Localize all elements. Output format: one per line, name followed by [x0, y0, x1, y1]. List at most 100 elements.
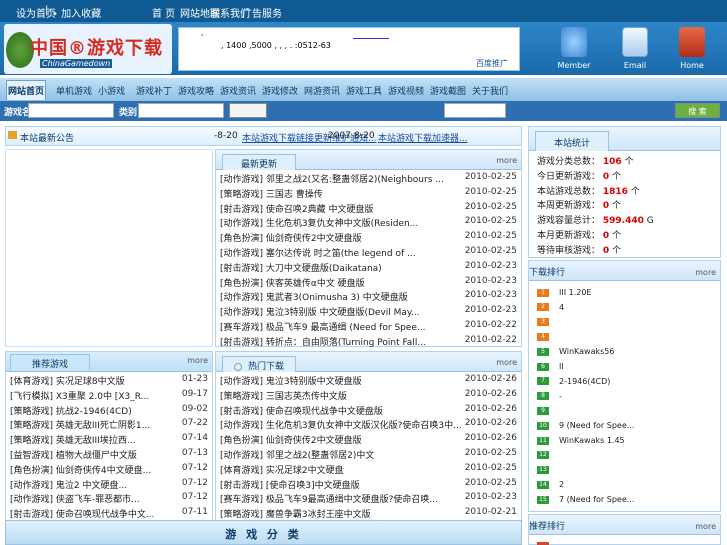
list-item[interactable]: [射击游戏] 使命召唤现代战争中文... 07-11 — [6, 505, 212, 520]
home-button[interactable]: Home — [672, 27, 712, 73]
list-item-title[interactable]: [动作游戏] 邻里之战2(整蛊邻居2)中文 — [220, 448, 374, 461]
rank-item-title[interactable]: 9 (Need for Spee... — [559, 421, 634, 430]
list-item-title[interactable]: [动作游戏] 鬼泣3特别版中文硬盘版 — [220, 374, 362, 387]
list-item[interactable]: [动作游戏] 生化危机3复仇女神中文版(Residen... 2010-02-25 — [216, 214, 521, 229]
list-item[interactable]: [角色扮演] 仙剑奇侠传2中文硬盘版 2010-02-26 — [216, 431, 521, 446]
rank-item[interactable]: 1 III 1.20E — [537, 288, 592, 302]
nav-item-2[interactable]: 小游戏 — [98, 84, 125, 97]
nav-item-home[interactable]: 网站首页 — [6, 80, 46, 100]
list-item[interactable]: [策略游戏] 魔兽争霸3冰封王座中文版 2010-02-21 — [216, 505, 521, 520]
rank-item-title[interactable]: III 1.20E — [559, 288, 592, 297]
recommend-tab[interactable]: 推荐游戏 — [10, 354, 90, 370]
search-go-button[interactable] — [229, 103, 267, 118]
stats-tab[interactable]: 本站统计 — [535, 131, 609, 151]
list-item-title[interactable]: [角色扮演] 仙剑奇侠传2中文硬盘版 — [220, 231, 362, 244]
list-item-title[interactable]: [动作游戏] 邻里之战2(又名:整蛊邻居2)(Neighbours ... — [220, 172, 444, 185]
list-item[interactable]: [动作游戏] 塞尔达传说 时之笛(the legend of ... 2010-0… — [216, 244, 521, 259]
list-item-title[interactable]: [体育游戏] 实况足球8中文版 — [10, 374, 125, 387]
list-item-title[interactable]: [赛车游戏] 极品飞车9最高通缉中文硬盘版?使命召唤... — [220, 492, 438, 505]
list-item[interactable]: [动作游戏] 鬼武者3(Onimusha 3) 中文硬盘版 2010-02-23 — [216, 288, 521, 303]
list-item-title[interactable]: [体育游戏] 实况足球2中文硬盘 — [220, 463, 344, 476]
nav-item-1[interactable]: 单机游戏 — [56, 84, 92, 97]
list-item[interactable]: [策略游戏] 英雄无敌III埃拉西... 07-14 — [6, 431, 212, 446]
list-item[interactable]: [动作游戏] 邻里之战2(整蛊邻居2)中文 2010-02-25 — [216, 446, 521, 461]
rank-item[interactable]: 15 7 (Need for Spee... — [537, 495, 634, 509]
list-item[interactable]: [策略游戏] 抗战2-1946(4CD) 09-02 — [6, 402, 212, 417]
list-item[interactable]: [角色扮演] 仙剑奇侠传2中文硬盘版 2010-02-25 — [216, 229, 521, 244]
list-item[interactable]: [射击游戏] 转折点：自由陨落(Turning Point Fall... 201… — [216, 333, 521, 348]
nav-item-3[interactable]: 游戏补丁 — [136, 84, 172, 97]
nav-item-11[interactable]: 关于我们 — [472, 84, 508, 97]
baidu-promo-link[interactable]: 百度推广 — [476, 58, 508, 69]
topbar-link-home[interactable]: 首 页 — [152, 5, 175, 20]
announcement-link-2[interactable]: 本站游戏下载加速器... — [378, 131, 468, 144]
category-select[interactable] — [138, 103, 224, 118]
list-item-title[interactable]: [动作游戏] 鬼武者3(Onimusha 3) 中文硬盘版 — [220, 290, 408, 303]
list-item-title[interactable]: [飞行模拟] X3重聚 2.0中 [X3_R... — [10, 389, 149, 402]
member-button[interactable]: Member — [554, 27, 594, 73]
rank-item[interactable]: 5 WinKawaks56 — [537, 347, 614, 361]
nav-item-6[interactable]: 游戏修改 — [262, 84, 298, 97]
search-input[interactable] — [28, 103, 114, 118]
nav-item-4[interactable]: 游戏攻略 — [178, 84, 214, 97]
list-item[interactable]: [射击游戏] 使命召唤2典藏 中文硬盘版 2010-02-25 — [216, 200, 521, 215]
list-item[interactable]: [角色扮演] 仙剑奇侠传4中文硬盘... 07-12 — [6, 461, 212, 476]
recommend-more-link[interactable]: more — [187, 356, 208, 365]
list-item-title[interactable]: [动作游戏] 塞尔达传说 时之笛(the legend of ... — [220, 246, 416, 259]
nav-item-7[interactable]: 网游资讯 — [304, 84, 340, 97]
rank-item[interactable]: 13 — [537, 466, 559, 480]
rank-item-title[interactable]: 7 (Need for Spee... — [559, 495, 634, 504]
list-item-title[interactable]: [策略游戏] 英雄无敌III死亡阴影1... — [10, 418, 150, 431]
list-item-title[interactable]: [策略游戏] 三国志英杰传中文版 — [220, 389, 347, 402]
list-item[interactable]: [动作游戏] 生化危机3复仇女神中文版汉化版?使命召唤3中... 2010-02-… — [216, 416, 521, 431]
list-item[interactable]: [动作游戏] 邻里之战2(又名:整蛊邻居2)(Neighbours ... 201… — [216, 170, 521, 185]
hot-more-link[interactable]: more — [496, 358, 517, 367]
list-item[interactable]: [射击游戏] 使命召唤现代战争中文硬盘版 2010-02-26 — [216, 402, 521, 417]
newest-tab[interactable]: 最新更新 — [222, 154, 296, 170]
topbar-link-ads[interactable]: 广告服务 — [242, 5, 282, 20]
rank-item[interactable]: 4 — [537, 332, 559, 346]
nav-item-10[interactable]: 游戏截图 — [430, 84, 466, 97]
list-item-title[interactable]: [射击游戏] 使命召唤现代战争中文... — [10, 507, 154, 520]
hot-tab[interactable]: 热门下载 — [222, 356, 296, 372]
rank-item-title[interactable]: WinKawaks 1.45 — [559, 436, 625, 445]
rank-item[interactable]: 9 — [537, 406, 559, 420]
list-item[interactable]: [益智游戏] 植物大战僵尸中文版 07-13 — [6, 446, 212, 461]
list-item-title[interactable]: [角色扮演] 仙剑奇侠传2中文硬盘版 — [220, 433, 362, 446]
list-item[interactable]: [飞行模拟] X3重聚 2.0中 [X3_R... 09-17 — [6, 387, 212, 402]
rank-item-title[interactable]: 4 — [559, 303, 564, 312]
site-logo[interactable]: 中国®游戏下载 ChinaGamedown — [4, 24, 172, 74]
list-item[interactable]: [赛车游戏] 极品飞车9 最高通缉 (Need for Spee... 2010-… — [216, 318, 521, 333]
list-item-title[interactable]: [动作游戏] 鬼泣3特别版 中文硬盘版(Devil May... — [220, 305, 420, 318]
rank-item[interactable]: 14 2 — [537, 480, 564, 494]
list-item-title[interactable]: [动作游戏] 生化危机3复仇女神中文版(Residen... — [220, 216, 418, 229]
list-item[interactable]: [策略游戏] 三国志英杰传中文版 2010-02-26 — [216, 387, 521, 402]
keyword-input[interactable] — [444, 103, 506, 118]
rank-item[interactable]: 3 — [537, 318, 559, 332]
list-item-title[interactable]: [动作游戏] 侠盗飞车-罪恶都市... — [10, 492, 140, 505]
list-item[interactable]: [动作游戏] 鬼泣3特别版 中文硬盘版(Devil May... 2010-02-… — [216, 303, 521, 318]
add-favorite-link[interactable]: • 加入收藏 — [52, 5, 101, 20]
list-item[interactable]: [策略游戏] 三国志 曹操传 2010-02-25 — [216, 185, 521, 200]
list-item[interactable]: [射击游戏] 大刀中文硬盘版(Daikatana) 2010-02-23 — [216, 259, 521, 274]
list-item[interactable]: [赛车游戏] 极品飞车9最高通缉中文硬盘版?使命召唤... 2010-02-23 — [216, 490, 521, 505]
rank-item[interactable]: 6 II — [537, 362, 564, 376]
rank-item[interactable]: 8- — [537, 392, 562, 406]
list-item-title[interactable]: [动作游戏] 鬼泣2 中文硬盘... — [10, 478, 127, 491]
list-item[interactable]: [角色扮演] 侠客英雄传α中文 硬盘版 2010-02-23 — [216, 274, 521, 289]
rank-item-title[interactable]: WinKawaks56 — [559, 347, 614, 356]
list-item-title[interactable]: [策略游戏] 抗战2-1946(4CD) — [10, 404, 132, 417]
list-item-title[interactable]: [角色扮演] 仙剑奇侠传4中文硬盘... — [10, 463, 151, 476]
list-item-title[interactable]: [射击游戏] 大刀中文硬盘版(Daikatana) — [220, 261, 382, 274]
list-item-title[interactable]: [赛车游戏] 极品飞车9 最高通缉 (Need for Spee... — [220, 320, 426, 333]
nav-item-8[interactable]: 游戏工具 — [346, 84, 382, 97]
list-item[interactable]: [动作游戏] 侠盗飞车-罪恶都市... 07-12 — [6, 490, 212, 505]
rank-more-link[interactable]: more — [695, 268, 716, 277]
ad-banner[interactable]: ' , 1400 ,5000 , , , . :0512-63 百度推广 — [178, 27, 520, 71]
rank-item-title[interactable]: 2 — [559, 480, 564, 489]
nav-item-9[interactable]: 游戏视频 — [388, 84, 424, 97]
list-item-title[interactable]: [射击游戏] [使命召唤3]中文硬盘版 — [220, 478, 360, 491]
rank-item-title[interactable]: II — [559, 362, 564, 371]
list-item-title[interactable]: [动作游戏] 生化危机3复仇女神中文版汉化版?使命召唤3中... — [220, 418, 462, 431]
list-item-title[interactable]: [策略游戏] 三国志 曹操传 — [220, 187, 323, 200]
